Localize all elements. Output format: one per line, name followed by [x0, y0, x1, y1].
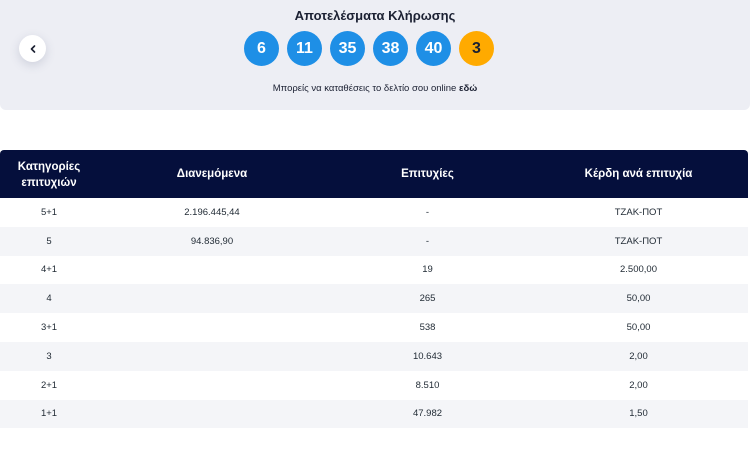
column-header-winners: Επιτυχίες: [401, 168, 454, 180]
cell-winners: 19: [422, 264, 433, 276]
cell-category: 1+1: [40, 408, 58, 420]
table-row: 1+1 47.982 1,50: [0, 399, 748, 429]
winning-numbers: 6 11 35 38 40 3: [244, 31, 494, 66]
table-header: Κατηγορίες επιτυχιών Διανεμόμενα Επιτυχί…: [0, 150, 748, 198]
cell-winners: 265: [419, 293, 436, 305]
cell-payout: 50,00: [626, 322, 651, 334]
cell-payout: 2.500,00: [620, 264, 657, 276]
draw-results-panel: Αποτελέσματα Κλήρωσης 6 11 35 38 40 3 Μπ…: [0, 0, 750, 110]
winnings-table: Κατηγορίες επιτυχιών Διανεμόμενα Επιτυχί…: [0, 150, 748, 429]
table-row: 4 265 50,00: [0, 284, 748, 314]
online-ticket-link[interactable]: εδώ: [459, 83, 477, 94]
cell-payout: 50,00: [626, 293, 651, 305]
cell-winners: 10.643: [412, 350, 443, 362]
cell-winners: 538: [419, 322, 436, 334]
cell-payout: 1,50: [629, 408, 648, 420]
cell-category: 3+1: [40, 322, 58, 334]
number-ball: 11: [287, 31, 322, 66]
bonus-ball: 3: [459, 31, 494, 66]
column-header-category: Κατηγορίες επιτυχιών: [0, 157, 98, 191]
table-row: 2+1 8.510 2,00: [0, 371, 748, 400]
number-ball: 35: [330, 31, 365, 66]
draw-results-title: Αποτελέσματα Κλήρωσης: [294, 8, 456, 23]
column-header-distributed: Διανεμόμενα: [176, 168, 248, 180]
table-row: 4+1 19 2.500,00: [0, 256, 748, 285]
table-row: 5 94.836,90 - ΤΖΑΚ-ΠΟΤ: [0, 226, 748, 256]
cell-distributed: 2.196.445,44: [184, 206, 240, 218]
online-ticket-note: Μπορείς να καταθέσεις το δελτίο σου onli…: [0, 83, 750, 94]
cell-category: 4+1: [40, 264, 58, 276]
column-header-category-line1: Κατηγορίες: [17, 161, 81, 173]
cell-payout: 2,00: [629, 379, 648, 391]
number-ball: 38: [373, 31, 408, 66]
cell-category: 5: [46, 235, 52, 247]
cell-winners: 8.510: [415, 379, 440, 391]
table-row: 5+1 2.196.445,44 - ΤΖΑΚ-ΠΟΤ: [0, 198, 748, 227]
cell-winners: -: [425, 206, 430, 218]
chevron-left-icon: [29, 40, 37, 58]
cell-payout: 2,00: [629, 350, 648, 362]
cell-category: 3: [46, 350, 52, 362]
cell-distributed: 94.836,90: [190, 235, 234, 247]
column-header-payout: Κέρδη ανά επιτυχία: [584, 168, 693, 180]
table-row: 3+1 538 50,00: [0, 313, 748, 342]
cell-payout: ΤΖΑΚ-ΠΟΤ: [614, 235, 663, 247]
cell-category: 2+1: [40, 379, 58, 391]
column-header-category-line2: επιτυχιών: [21, 177, 77, 189]
number-ball: 40: [416, 31, 451, 66]
cell-category: 5+1: [40, 206, 58, 218]
cell-winners: 47.982: [412, 408, 443, 420]
online-note-text: Μπορείς να καταθέσεις το δελτίο σου onli…: [272, 83, 457, 94]
number-ball: 6: [244, 31, 279, 66]
table-row: 3 10.643 2,00: [0, 341, 748, 371]
cell-category: 4: [46, 293, 52, 305]
back-button[interactable]: [19, 35, 46, 62]
cell-payout: ΤΖΑΚ-ΠΟΤ: [614, 206, 663, 218]
cell-winners: -: [425, 235, 430, 247]
